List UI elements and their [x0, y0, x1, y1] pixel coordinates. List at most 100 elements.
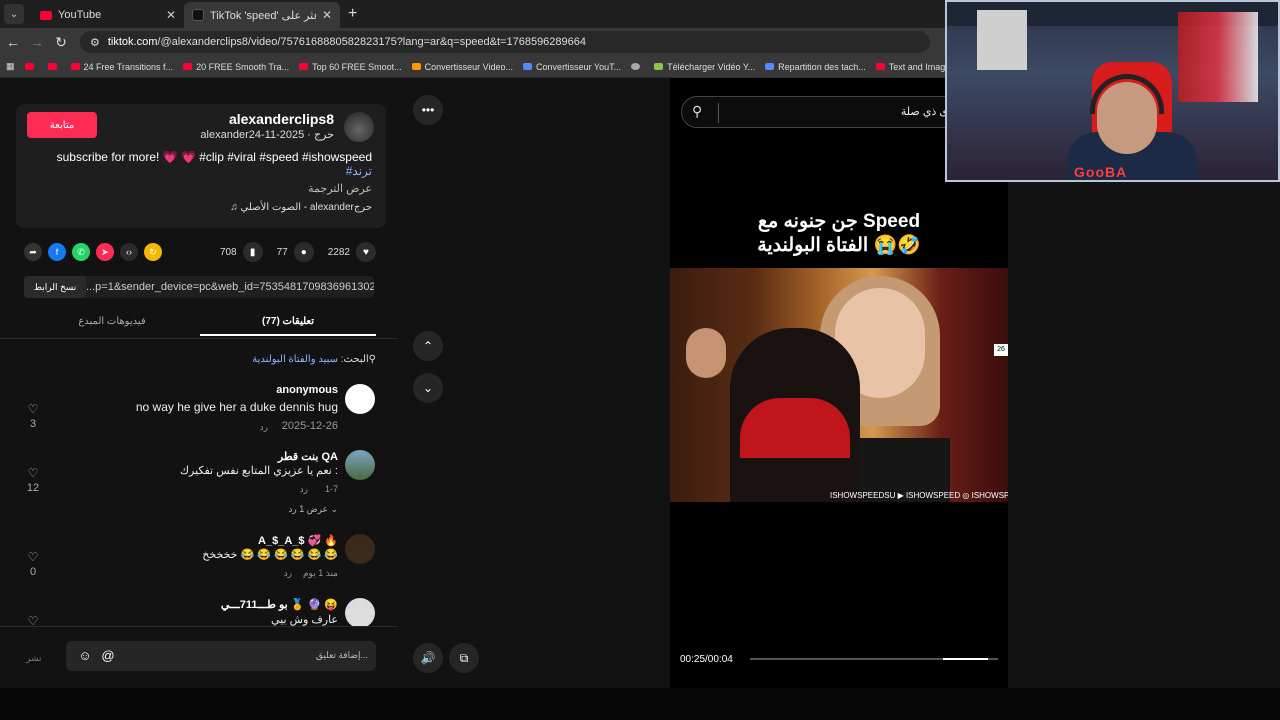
youtube-icon: [875, 63, 885, 70]
document-icon: [765, 63, 775, 70]
watermark: ISHOWSPEEDSU ▶ ISHOWSPEED ◎ ISHOWSPEED: [830, 491, 1008, 500]
details-panel: متابعة alexanderclips8 alexanderحرج · 20…: [0, 78, 398, 688]
share-link[interactable]: ...p=1&sender_device=pc&web_id=753548170…: [86, 281, 374, 293]
bookmark[interactable]: Top 60 FREE Smoot...: [299, 62, 402, 72]
comment-text: خخخخخ 😂 😂 😂 😂 😂 😂: [202, 549, 338, 561]
action-bar: ➦ f ✆ ➤ ‹› ↻ 708 ▮ 77 ● 2282 ♥: [24, 240, 376, 264]
close-icon[interactable]: ✕: [322, 8, 332, 22]
comment-date: منذ 1 يوم: [302, 568, 338, 578]
new-tab-button[interactable]: +: [348, 5, 357, 23]
comment-author[interactable]: A_$_A_$ 💞 🔥: [258, 534, 338, 547]
bookmark[interactable]: 24 Free Transitions f...: [70, 62, 173, 72]
like-action[interactable]: 2282 ♥: [328, 242, 376, 262]
video-search-input[interactable]: ⚲ محتوى ذي صلة: [681, 96, 981, 128]
comment-author[interactable]: بنت قطر QA: [278, 450, 338, 463]
emoji-icon[interactable]: ☺: [76, 647, 94, 665]
back-button[interactable]: ←: [2, 34, 24, 50]
avatar[interactable]: [345, 598, 375, 628]
flag: [1178, 12, 1258, 102]
comment-text: no way he give her a duke dennis hug: [135, 400, 338, 414]
url-bar[interactable]: ⚙ tiktok.com/@alexanderclips8/video/7576…: [80, 31, 930, 53]
divider: [0, 338, 398, 339]
post-info-card: متابعة alexanderclips8 alexanderحرج · 20…: [16, 104, 386, 228]
bookmark[interactable]: Convertisseur Video...: [411, 62, 513, 72]
avatar[interactable]: [345, 534, 375, 564]
copy-link-button[interactable]: نسخ الرابط: [24, 276, 86, 298]
like-count: 0: [29, 566, 37, 578]
tab-search-button[interactable]: ⌄: [4, 4, 24, 24]
bookmark[interactable]: [24, 63, 38, 70]
reply-button[interactable]: رد: [284, 568, 292, 579]
author-avatar[interactable]: [344, 112, 374, 142]
video-caption: جن جنونه مع Speed الفتاة البولندية 😭🤣: [670, 210, 1008, 258]
sound-link[interactable]: ♫ الصوت الأصلي - alexanderحرج: [230, 202, 372, 213]
comment-composer: نشر ☺ @ إضافة تعليق...: [0, 626, 398, 688]
tab-creator-videos[interactable]: فيديوهات المبدع: [24, 310, 200, 336]
view-replies-button[interactable]: عرض 1 رد ⌄: [288, 504, 338, 515]
share-icon[interactable]: ➦: [24, 243, 42, 261]
follow-button[interactable]: متابعة: [27, 112, 97, 138]
embed-icon[interactable]: ‹›: [120, 243, 138, 261]
volume-button[interactable]: 🔊: [413, 643, 443, 673]
bookmark[interactable]: [631, 63, 644, 70]
save-action[interactable]: 708 ▮: [220, 242, 263, 262]
heart-icon[interactable]: ♥: [356, 242, 376, 262]
related-search[interactable]: البحث: سبيد والفتاة البولندية ⚲: [252, 354, 376, 365]
comment-input[interactable]: ☺ @ إضافة تعليق...: [66, 641, 376, 671]
comment-text: عارف وش بيي: [270, 614, 338, 626]
converter-icon: [411, 63, 421, 70]
tab-tiktok[interactable]: TikTok 'speed' اعثر على ✕: [184, 2, 340, 28]
more-options-button[interactable]: •••: [413, 95, 443, 125]
progress-bar[interactable]: [750, 658, 998, 660]
tab-comments[interactable]: تعليقات (77): [200, 310, 376, 336]
site-info-icon[interactable]: ⚙: [90, 36, 100, 49]
bookmark[interactable]: Repartition des tach...: [765, 62, 866, 72]
reply-button[interactable]: رد: [300, 484, 308, 495]
chevron-down-icon: ⌄: [422, 381, 434, 395]
youtube-icon: [47, 63, 57, 70]
converter-icon: [523, 63, 533, 70]
webcam-overlay: GooBA: [945, 0, 1280, 182]
like-count: 12: [26, 482, 40, 494]
whatsapp-icon[interactable]: ✆: [72, 243, 90, 261]
comment-date: 1-7: [324, 484, 338, 494]
copy-link-row: نسخ الرابط ...p=1&sender_device=pc&web_i…: [24, 276, 374, 298]
youtube-icon: [70, 63, 80, 70]
next-video-button[interactable]: ⌄: [413, 373, 443, 403]
facebook-icon[interactable]: f: [48, 243, 66, 261]
heart-icon[interactable]: ♡: [26, 550, 40, 564]
apps-icon[interactable]: ▦: [6, 61, 15, 72]
tab-youtube[interactable]: YouTube ✕: [32, 2, 184, 28]
bookmark[interactable]: [47, 63, 61, 70]
youtube-icon: [183, 63, 193, 70]
save-count: 708: [219, 246, 237, 258]
previous-video-button[interactable]: ⌃: [413, 331, 443, 361]
bookmark[interactable]: Convertisseur YouT...: [523, 62, 621, 72]
comment-author[interactable]: بو طـــ711ـــي 🏅 🔮 😝: [221, 598, 338, 611]
heart-icon[interactable]: ♡: [26, 402, 40, 416]
bookmark[interactable]: Télécharger Vidéo Y...: [654, 62, 755, 72]
avatar[interactable]: [345, 450, 375, 480]
bookmark-icon[interactable]: ▮: [242, 242, 263, 262]
author-name[interactable]: alexanderclips8: [229, 111, 334, 127]
post-button[interactable]: نشر: [26, 653, 42, 664]
hashtag[interactable]: #ترند: [32, 164, 372, 178]
heart-icon[interactable]: ♡: [26, 466, 40, 480]
send-icon[interactable]: ➤: [96, 243, 114, 261]
pip-button[interactable]: ⧉: [449, 643, 479, 673]
repost-icon[interactable]: ↻: [144, 243, 162, 261]
avatar[interactable]: [345, 384, 375, 414]
comment-author[interactable]: anonymous: [276, 384, 338, 396]
bookmark[interactable]: 20 FREE Smooth Tra...: [183, 62, 289, 72]
picture-in-picture-icon: ⧉: [459, 650, 469, 665]
reload-button[interactable]: ↻: [50, 34, 72, 51]
youtube-icon: [24, 63, 34, 70]
mention-icon[interactable]: @: [99, 647, 117, 665]
reply-button[interactable]: رد: [260, 422, 268, 433]
like-count: 2282: [327, 246, 350, 258]
comment-action[interactable]: 77 ●: [277, 242, 314, 262]
close-icon[interactable]: ✕: [166, 8, 176, 22]
forward-button[interactable]: →: [26, 34, 48, 50]
see-translation-link[interactable]: عرض الترجمة: [308, 182, 372, 195]
comment-icon[interactable]: ●: [293, 242, 314, 262]
